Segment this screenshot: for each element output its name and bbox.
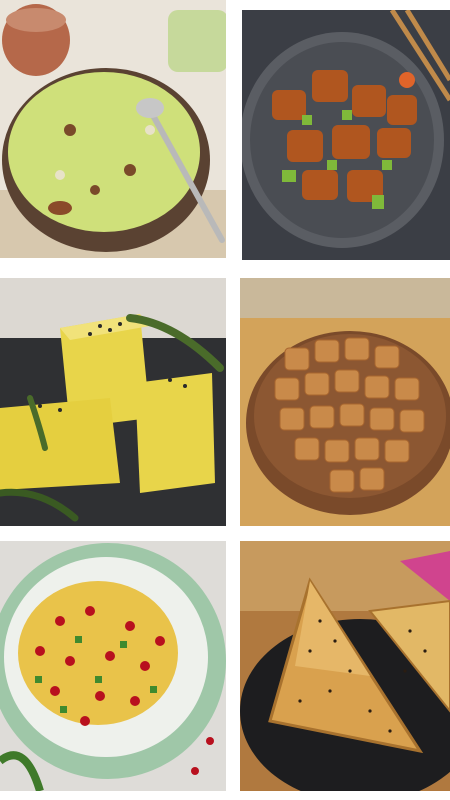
- poha-image: [0, 0, 226, 258]
- shakarpara-photo[interactable]: [240, 278, 450, 526]
- sev-puri-photo[interactable]: [0, 541, 226, 791]
- chilli-paneer-photo[interactable]: [242, 10, 450, 260]
- poha-photo[interactable]: [0, 0, 226, 258]
- samosa-puff-photo[interactable]: [240, 541, 450, 791]
- dhokla-image: [0, 278, 226, 526]
- shakarpara-image: [240, 278, 450, 526]
- samosa-puff-image: [240, 541, 450, 791]
- dhokla-photo[interactable]: [0, 278, 226, 526]
- chilli-paneer-image: [242, 10, 450, 260]
- sev-puri-image: [0, 541, 226, 791]
- food-photo-grid: [0, 0, 450, 800]
